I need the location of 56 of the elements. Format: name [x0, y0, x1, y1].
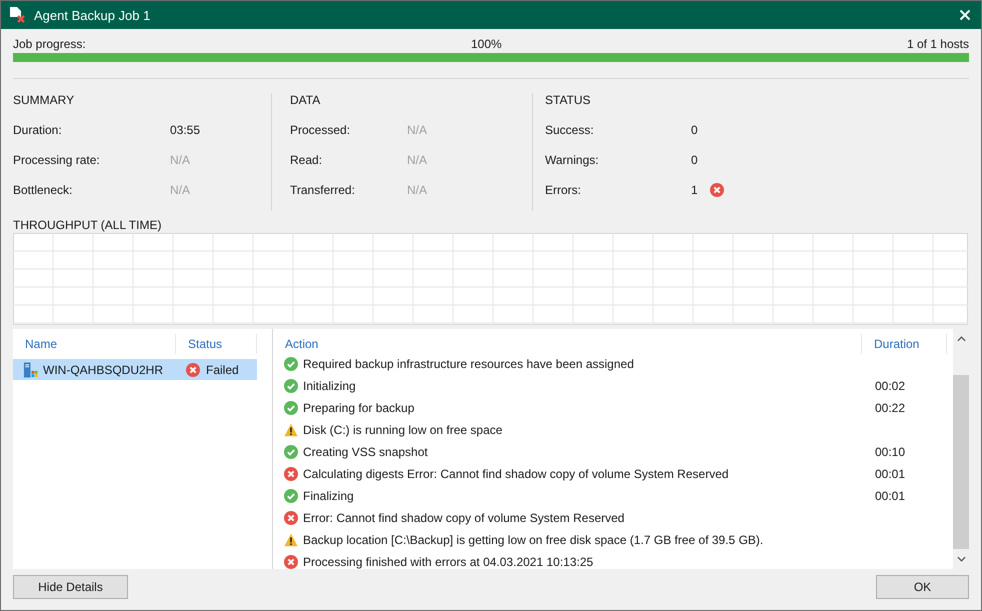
column-header[interactable]: Duration [862, 334, 947, 354]
section-heading: STATUS [545, 93, 592, 109]
section-heading: SUMMARY [13, 93, 76, 109]
log-message: Finalizing [303, 489, 355, 503]
field-label: Success: [545, 123, 595, 137]
progress-label: Job progress: [13, 37, 86, 51]
log-message: Processing finished with errors at 04.03.2021 10:13:25 [303, 555, 594, 569]
host-row[interactable]: WIN-QAHBSQDU2HR Failed [13, 359, 257, 380]
scroll-up-icon[interactable] [956, 336, 966, 342]
field-label: Duration: [13, 123, 63, 137]
log-message: Preparing for backup [303, 401, 416, 415]
log-duration: 00:01 [875, 489, 906, 503]
scroll-thumb[interactable] [953, 375, 969, 549]
log-message: Initializing [303, 379, 357, 393]
column-header[interactable]: Action [273, 334, 862, 354]
log-duration: 00:01 [875, 467, 906, 481]
progress-percent: 100% [470, 37, 502, 51]
log-message: Creating VSS snapshot [303, 445, 429, 459]
field-label: Read: [290, 153, 324, 167]
field-label: Processed: [290, 123, 352, 137]
field-label: Bottleneck: [13, 183, 74, 197]
hosts-count: 1 of 1 hosts [906, 37, 969, 51]
log-message: Calculating digests Error: Cannot find shadow copy of volume System Reserved [303, 467, 730, 481]
document-error-icon [9, 7, 25, 23]
field-value: N/A [170, 153, 190, 167]
column-header[interactable]: Name [13, 334, 176, 354]
log-message: Disk (C:) is running low on free space [303, 423, 504, 437]
field-value: 1 [691, 183, 698, 197]
host-status: Failed [206, 362, 239, 376]
log-duration: 00:10 [875, 445, 906, 459]
column-header[interactable]: Status [176, 334, 257, 354]
section-heading: DATA [290, 93, 322, 109]
host-name: WIN-QAHBSQDU2HR [43, 362, 164, 376]
log-duration: 00:02 [875, 379, 906, 393]
window-title: Agent Backup Job 1 [34, 8, 152, 22]
log-message: Required backup infrastructure resources have been assigned [303, 357, 635, 371]
server-icon [23, 362, 38, 378]
field-value: N/A [407, 183, 428, 197]
log-duration: 00:22 [875, 401, 906, 415]
field-value: 0 [691, 123, 698, 137]
field-label: Transferred: [290, 183, 356, 197]
log-message: Backup location [C:\Backup] is getting low on free disk space (1.7 GB free of 39.5 GB). [303, 533, 764, 547]
field-label: Warnings: [545, 153, 600, 167]
field-label: Errors: [545, 183, 582, 197]
close-icon[interactable] [959, 9, 971, 21]
scroll-down-icon[interactable] [956, 556, 966, 562]
field-label: Processing rate: [13, 153, 101, 167]
field-value: 03:55 [170, 123, 200, 137]
chart-title: THROUGHPUT (ALL TIME) [13, 218, 162, 233]
field-value: N/A [407, 123, 428, 137]
ok-button[interactable]: OK [876, 575, 969, 599]
field-value: 0 [691, 153, 698, 167]
field-value: N/A [407, 153, 428, 167]
hide-details-button[interactable]: Hide Details [13, 575, 128, 599]
log-message: Error: Cannot find shadow copy of volume System Reserved [303, 511, 626, 525]
field-value: N/A [170, 183, 190, 197]
